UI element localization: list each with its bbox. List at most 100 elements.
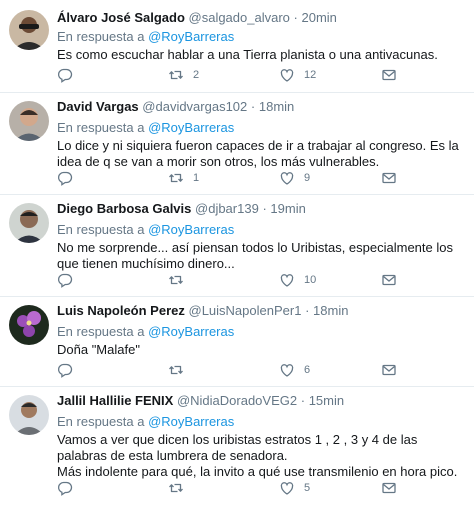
timestamp[interactable]: 15min xyxy=(309,393,344,408)
tweet-text: No me sorprende... así piensan todos lo … xyxy=(57,240,453,271)
reply-context: En respuesta a @RoyBarreras xyxy=(57,222,466,238)
separator: · xyxy=(250,99,256,114)
author-handle[interactable]: @djbar139 xyxy=(195,201,259,216)
tweet[interactable]: Álvaro José Salgado @salgado_alvaro · 20… xyxy=(0,0,474,93)
heart-icon xyxy=(280,482,294,495)
reply-button[interactable] xyxy=(57,362,73,378)
direct-message-icon xyxy=(382,482,396,494)
reply-icon xyxy=(58,171,73,186)
direct-message-icon xyxy=(382,172,396,184)
heart-icon xyxy=(280,364,294,377)
heart-icon xyxy=(280,274,294,287)
separator: · xyxy=(305,303,310,318)
author-name[interactable]: Diego Barbosa Galvis xyxy=(57,201,191,216)
message-button[interactable] xyxy=(381,67,397,83)
avatar[interactable] xyxy=(9,203,49,243)
reply-icon xyxy=(58,481,73,496)
avatar[interactable] xyxy=(9,10,49,50)
reply-icon xyxy=(58,68,73,83)
tweet[interactable]: David Vargas @davidvargas102 · 18min En … xyxy=(0,93,474,195)
author-handle[interactable]: @davidvargas102 xyxy=(142,99,247,114)
like-button[interactable]: 10 xyxy=(279,272,316,288)
retweet-button[interactable]: 1 xyxy=(168,170,199,186)
like-button[interactable]: 5 xyxy=(279,480,310,496)
tweet-header: Diego Barbosa Galvis @djbar139 · 19min xyxy=(57,201,466,217)
tweet-header: Luis Napoleón Perez @LuisNapolenPer1 · 1… xyxy=(57,303,466,319)
like-count: 10 xyxy=(304,274,317,286)
reply-mention[interactable]: @RoyBarreras xyxy=(148,414,234,429)
tweet-text: Vamos a ver que dicen los uribistas estr… xyxy=(57,432,458,479)
tweet[interactable]: Diego Barbosa Galvis @djbar139 · 19min E… xyxy=(0,195,474,297)
reply-prefix: En respuesta a xyxy=(57,324,145,339)
separator: · xyxy=(300,393,306,408)
timestamp[interactable]: 19min xyxy=(270,201,305,216)
tweet-header: David Vargas @davidvargas102 · 18min xyxy=(57,99,466,115)
tweet-header: Álvaro José Salgado @salgado_alvaro · 20… xyxy=(57,10,466,26)
reply-icon xyxy=(58,273,73,288)
heart-icon xyxy=(280,69,294,82)
reply-mention[interactable]: @RoyBarreras xyxy=(148,29,234,44)
retweet-button[interactable] xyxy=(168,480,193,496)
reply-mention[interactable]: @RoyBarreras xyxy=(148,324,234,339)
tweet-actions: 10 xyxy=(57,272,417,288)
retweet-button[interactable]: 2 xyxy=(168,67,199,83)
reply-prefix: En respuesta a xyxy=(57,120,145,135)
retweet-icon xyxy=(169,483,183,493)
tweet-text: Doña "Malafe" xyxy=(57,342,140,357)
tweet-actions: 5 xyxy=(57,480,417,496)
message-button[interactable] xyxy=(381,480,397,496)
avatar[interactable] xyxy=(9,101,49,141)
retweet-icon xyxy=(169,365,183,375)
heart-icon xyxy=(280,172,294,185)
author-handle[interactable]: @LuisNapolenPer1 xyxy=(189,303,302,318)
like-button[interactable]: 12 xyxy=(279,67,316,83)
retweet-icon xyxy=(169,173,183,183)
like-count: 12 xyxy=(304,69,317,81)
author-handle[interactable]: @salgado_alvaro xyxy=(189,10,290,25)
author-handle[interactable]: @NidiaDoradoVEG2 xyxy=(177,393,297,408)
author-name[interactable]: Luis Napoleón Perez xyxy=(57,303,185,318)
avatar[interactable] xyxy=(9,305,49,345)
message-button[interactable] xyxy=(381,362,397,378)
timestamp[interactable]: 18min xyxy=(259,99,294,114)
author-name[interactable]: Jallil Hallilie FENIX xyxy=(57,393,173,408)
reply-button[interactable] xyxy=(57,170,73,186)
reply-prefix: En respuesta a xyxy=(57,414,145,429)
retweet-count: 2 xyxy=(193,69,200,81)
retweet-button[interactable] xyxy=(168,272,193,288)
tweet-text: Lo dice y ni siquiera fueron capaces de … xyxy=(57,138,459,169)
like-count: 5 xyxy=(304,482,311,494)
tweet[interactable]: Jallil Hallilie FENIX @NidiaDoradoVEG2 ·… xyxy=(0,387,474,508)
avatar[interactable] xyxy=(9,395,49,435)
reply-context: En respuesta a @RoyBarreras xyxy=(57,29,466,45)
retweet-icon xyxy=(169,275,183,285)
timestamp[interactable]: 20min xyxy=(301,10,336,25)
direct-message-icon xyxy=(382,364,396,376)
reply-mention[interactable]: @RoyBarreras xyxy=(148,222,234,237)
author-name[interactable]: Álvaro José Salgado xyxy=(57,10,185,25)
like-count: 9 xyxy=(304,172,311,184)
reply-button[interactable] xyxy=(57,480,73,496)
like-button[interactable]: 9 xyxy=(279,170,310,186)
reply-context: En respuesta a @RoyBarreras xyxy=(57,120,466,136)
author-name[interactable]: David Vargas xyxy=(57,99,139,114)
tweet-actions: 2 12 xyxy=(57,67,417,83)
reply-button[interactable] xyxy=(57,67,73,83)
timestamp[interactable]: 18min xyxy=(313,303,348,318)
direct-message-icon xyxy=(382,274,396,286)
reply-prefix: En respuesta a xyxy=(57,222,145,237)
reply-prefix: En respuesta a xyxy=(57,29,145,44)
tweet-actions: 6 xyxy=(57,362,417,378)
reply-icon xyxy=(58,363,73,378)
retweet-button[interactable] xyxy=(168,362,193,378)
retweet-count: 1 xyxy=(193,172,200,184)
tweet-text: Es como escuchar hablar a una Tierra pla… xyxy=(57,47,438,62)
message-button[interactable] xyxy=(381,170,397,186)
message-button[interactable] xyxy=(381,272,397,288)
like-button[interactable]: 6 xyxy=(279,362,310,378)
reply-mention[interactable]: @RoyBarreras xyxy=(148,120,234,135)
reply-button[interactable] xyxy=(57,272,73,288)
tweet[interactable]: Luis Napoleón Perez @LuisNapolenPer1 · 1… xyxy=(0,297,474,387)
reply-context: En respuesta a @RoyBarreras xyxy=(57,414,466,430)
direct-message-icon xyxy=(382,69,396,81)
